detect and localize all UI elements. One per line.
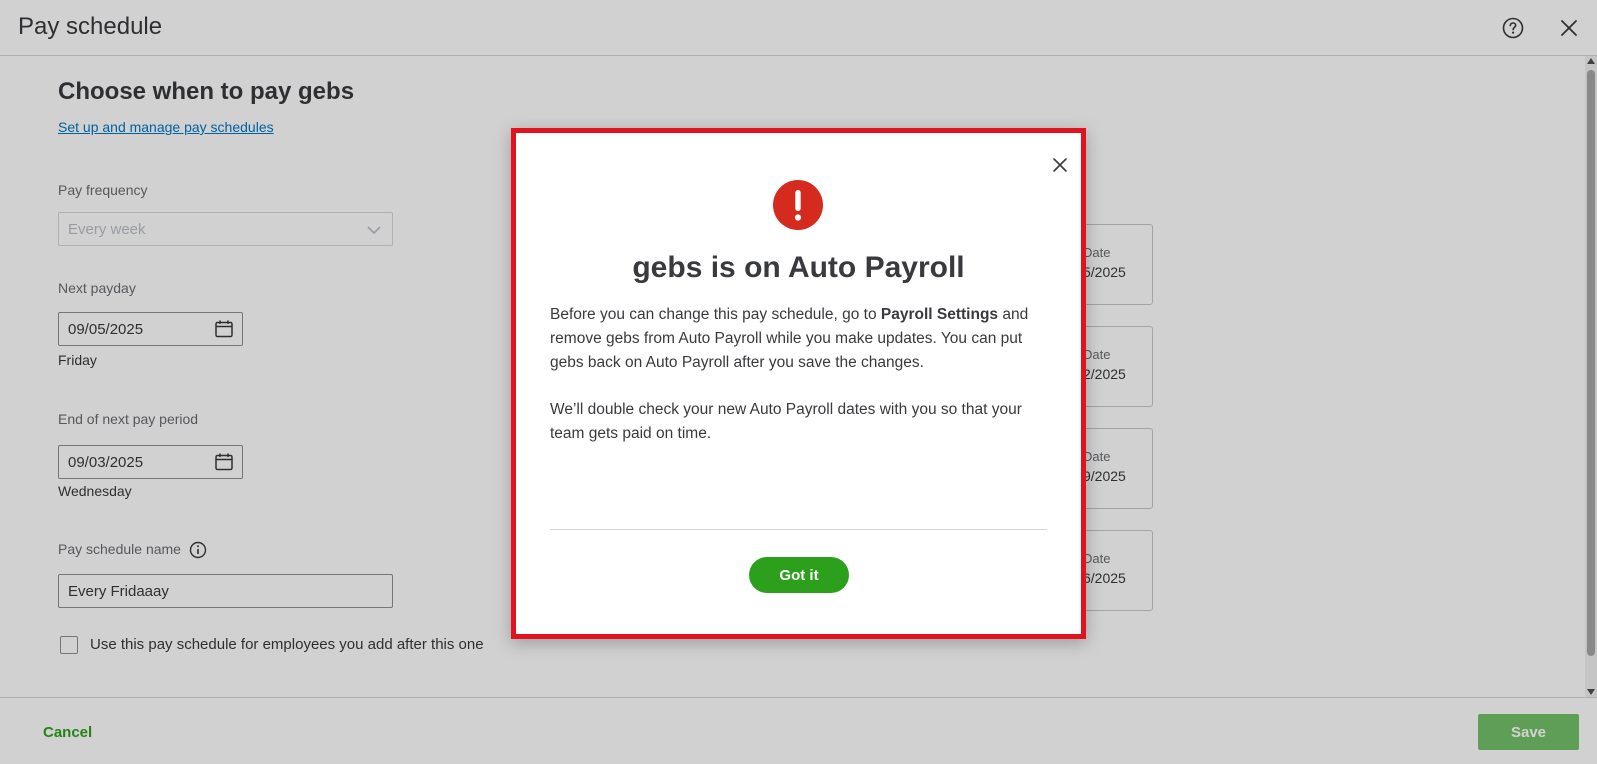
dialog-close-icon[interactable] — [1051, 156, 1069, 174]
auto-payroll-dialog: gebs is on Auto Payroll Before you can c… — [511, 128, 1086, 639]
dialog-paragraph: Before you can change this pay schedule,… — [550, 303, 1050, 375]
dialog-paragraph: We’ll double check your new Auto Payroll… — [550, 401, 1022, 442]
dialog-text: Before you can change this pay schedule,… — [550, 306, 881, 323]
dialog-title: gebs is on Auto Payroll — [632, 251, 965, 284]
got-it-button[interactable]: Got it — [749, 557, 849, 593]
alert-icon — [773, 180, 823, 230]
dialog-body: Before you can change this pay schedule,… — [550, 303, 1050, 469]
payroll-settings-text: Payroll Settings — [880, 306, 999, 323]
dialog-divider — [550, 529, 1047, 530]
